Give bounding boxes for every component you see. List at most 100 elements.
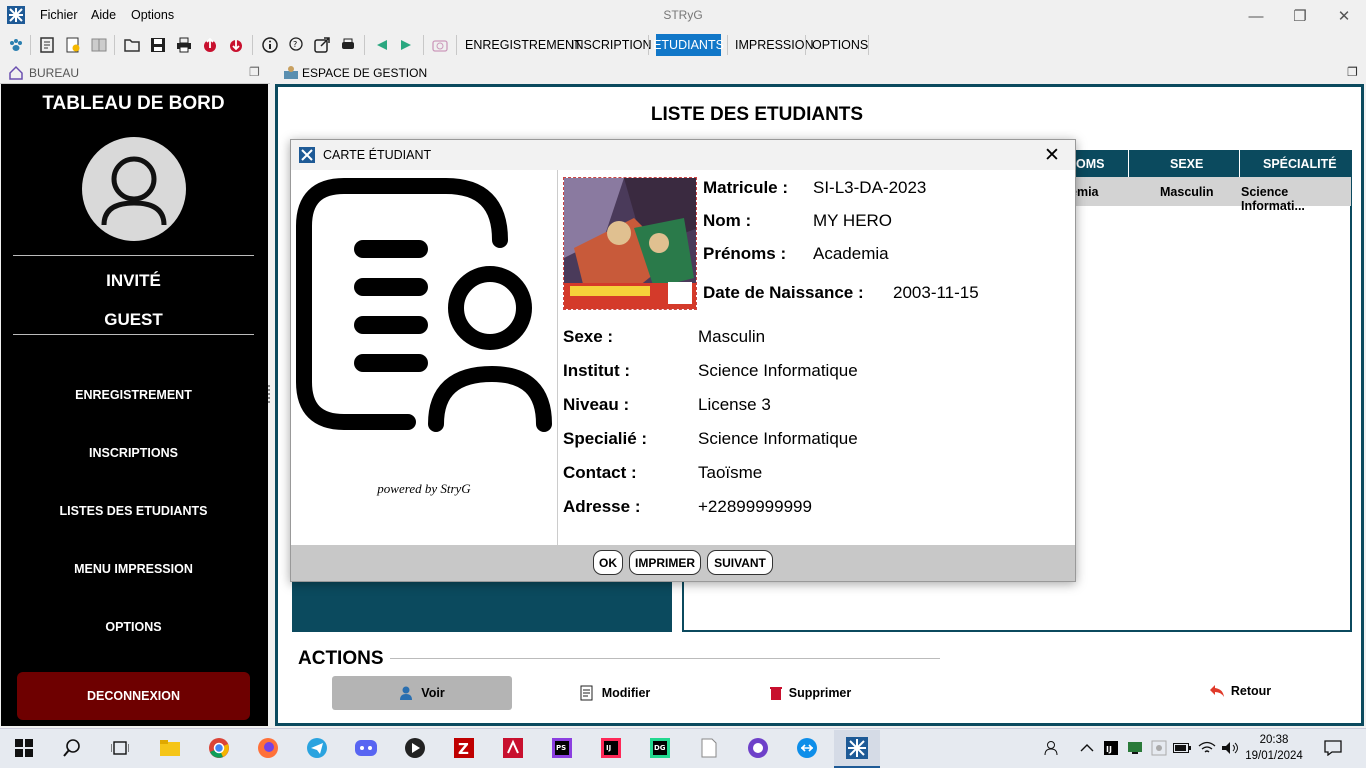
car-icon[interactable] <box>339 36 357 54</box>
column-header-sexe[interactable]: SEXE <box>1170 157 1203 171</box>
toolbar-link-etudiants[interactable]: ETUDIANTS <box>653 34 724 56</box>
forward-arrow-icon[interactable] <box>398 36 416 54</box>
intellij-icon[interactable]: IJ <box>597 734 625 762</box>
search-icon[interactable] <box>58 734 86 762</box>
windows-start-icon[interactable] <box>10 734 38 762</box>
svg-text:PS: PS <box>556 744 566 752</box>
field-value-date-naissance: 2003-11-15 <box>893 283 979 302</box>
ok-button[interactable]: OK <box>593 550 623 575</box>
user-role: INVITÉ <box>106 271 161 290</box>
upload-icon[interactable] <box>201 36 219 54</box>
management-icon <box>284 66 298 79</box>
info-icon[interactable] <box>261 36 279 54</box>
student-preview-panel <box>292 580 672 632</box>
user-icon <box>101 156 167 226</box>
delete-button[interactable]: Supprimer <box>755 676 865 710</box>
field-value-sexe: Masculin <box>698 327 766 346</box>
panel-restore-icon[interactable]: ❐ <box>249 65 260 79</box>
teamviewer-icon[interactable] <box>793 734 821 762</box>
menu-options[interactable]: Options <box>131 8 174 22</box>
column-header-specialite[interactable]: SPÉCIALITÉ <box>1263 157 1337 171</box>
menu-aide[interactable]: Aide <box>91 8 116 22</box>
filezilla-icon[interactable]: Z <box>450 734 478 762</box>
field-label-date-naissance: Date de Naissance : <box>703 283 864 302</box>
view-button-label: Voir <box>421 686 445 700</box>
field-value-adresse: +22899999999 <box>698 497 812 516</box>
external-link-icon[interactable] <box>313 36 331 54</box>
svg-text:?: ? <box>293 40 297 49</box>
student-id-card-icon <box>296 178 552 432</box>
save-icon[interactable] <box>149 36 167 54</box>
title-bar <box>0 0 1366 31</box>
student-photo <box>563 177 697 310</box>
discord-icon[interactable] <box>352 734 380 762</box>
firefox-icon[interactable] <box>254 734 282 762</box>
back-button[interactable]: Retour <box>1195 674 1285 708</box>
close-icon[interactable]: ✕ <box>1040 144 1064 166</box>
next-button[interactable]: SUIVANT <box>707 550 773 575</box>
field-value-institut: Science Informatique <box>698 361 858 380</box>
help-chat-icon[interactable]: ? <box>287 36 305 54</box>
view-button[interactable]: Voir <box>332 676 512 710</box>
avatar <box>82 137 186 241</box>
sidebar-item-enregistrement[interactable]: ENREGISTREMENT <box>0 388 267 402</box>
edit-button[interactable]: Modifier <box>560 676 670 710</box>
taskbar-clock[interactable]: 20:38 19/01/2024 <box>1244 732 1304 764</box>
datagrip-icon[interactable]: DG <box>646 734 674 762</box>
sidebar-item-menu-impression[interactable]: MENU IMPRESSION <box>0 562 267 576</box>
bureau-panel-title: BUREAU <box>29 66 80 80</box>
management-panel-header <box>275 61 1366 84</box>
field-label-sexe: Sexe : <box>563 327 614 346</box>
back-arrow-icon[interactable] <box>372 36 390 54</box>
actions-title: ACTIONS <box>298 648 384 669</box>
home-icon <box>9 65 23 80</box>
menu-fichier[interactable]: Fichier <box>40 8 78 22</box>
minimize-button[interactable]: — <box>1233 4 1279 28</box>
field-label-matricule: Matricule : <box>703 178 789 197</box>
field-value-contact: Taoïsme <box>698 463 763 482</box>
page-title: LISTE DES ETUDIANTS <box>650 104 864 125</box>
print-icon[interactable] <box>175 36 193 54</box>
svg-text:DG: DG <box>654 744 666 752</box>
file-explorer-icon[interactable] <box>156 734 184 762</box>
delete-button-label: Supprimer <box>788 686 852 700</box>
field-label-prenoms: Prénoms : <box>703 244 787 263</box>
book-icon[interactable] <box>90 36 108 54</box>
column-header-noms[interactable]: OMS <box>1076 157 1104 171</box>
sidebar-item-listes-etudiants[interactable]: LISTES DES ETUDIANTS <box>0 504 267 518</box>
phpstorm-icon[interactable]: PS <box>548 734 576 762</box>
toolbar-link-inscription[interactable]: INSCRIPTION <box>571 38 652 58</box>
paw-icon[interactable] <box>7 36 25 54</box>
task-view-icon[interactable] <box>106 734 134 762</box>
camera-icon[interactable] <box>431 36 449 54</box>
open-folder-icon[interactable] <box>123 36 141 54</box>
battery-icon[interactable] <box>1168 734 1196 762</box>
volume-icon[interactable] <box>1216 734 1244 762</box>
app-logo-icon[interactable] <box>843 734 871 762</box>
document-star-icon[interactable] <box>64 36 82 54</box>
sidebar-item-options[interactable]: OPTIONS <box>0 620 267 634</box>
toolbar-link-enregistrement[interactable]: ENREGISTREMENT <box>465 38 582 58</box>
acrobat-icon[interactable] <box>499 734 527 762</box>
telegram-icon[interactable] <box>303 734 331 762</box>
close-window-button[interactable]: ✕ <box>1321 4 1366 28</box>
people-icon[interactable] <box>1037 734 1065 762</box>
panel-restore-icon[interactable]: ❐ <box>1347 65 1358 79</box>
field-label-specialite: Specialié : <box>563 429 648 448</box>
toolbar-link-impression[interactable]: IMPRESSION <box>735 38 814 58</box>
chrome-icon[interactable] <box>205 734 233 762</box>
logout-button[interactable]: DECONNEXION <box>17 672 250 720</box>
toolbar-link-options[interactable]: OPTIONS <box>812 38 868 58</box>
sidebar-item-inscriptions[interactable]: INSCRIPTIONS <box>0 446 267 460</box>
download-icon[interactable] <box>227 36 245 54</box>
media-player-icon[interactable] <box>401 734 429 762</box>
table-row[interactable]: emia Masculin Science Informati... <box>1070 177 1351 213</box>
splitter-handle[interactable] <box>268 385 272 403</box>
github-icon[interactable] <box>744 734 772 762</box>
print-button[interactable]: IMPRIMER <box>629 550 701 575</box>
notification-icon[interactable] <box>1319 734 1347 762</box>
maximize-button[interactable]: ❐ <box>1277 4 1323 28</box>
blank-file-icon[interactable] <box>695 734 723 762</box>
toolbar-separator <box>727 35 728 55</box>
form-icon[interactable] <box>38 36 56 54</box>
